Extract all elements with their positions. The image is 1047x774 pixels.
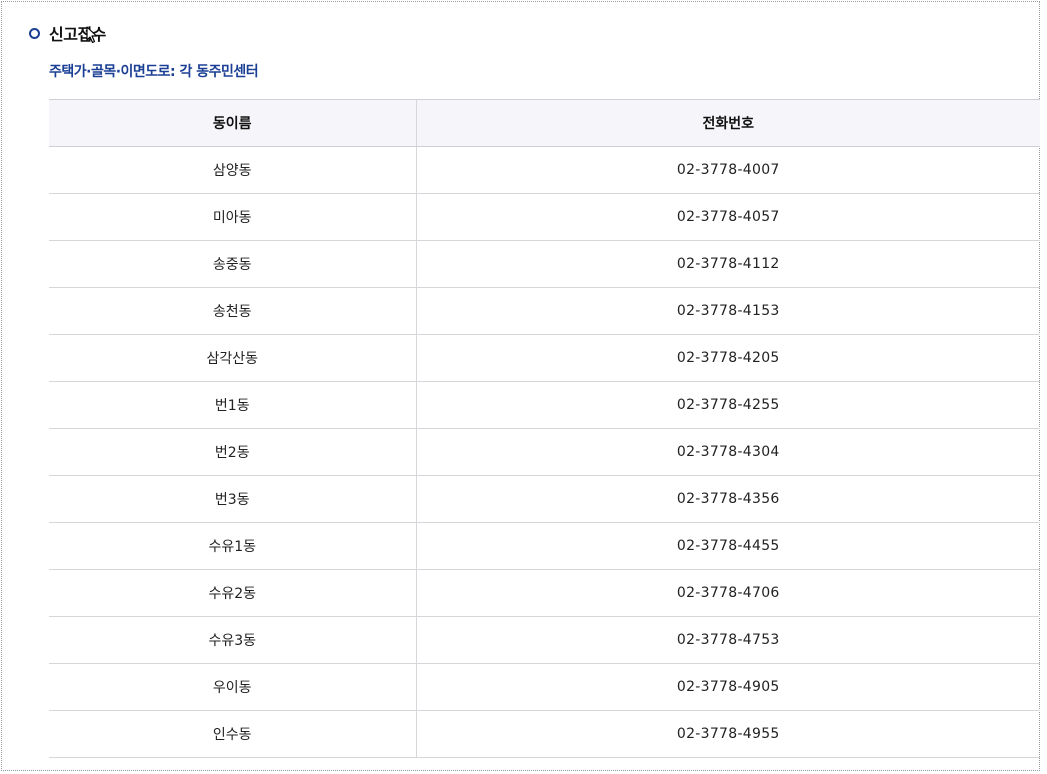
dong-name-cell: 삼양동 (49, 146, 417, 194)
table-body: 삼양동 02-3778-4007 미아동 02-3778-4057 송중동 02-3778… (49, 146, 1040, 758)
dong-name-cell: 수유2동 (49, 569, 417, 617)
table-row: 삼각산동 02-3778-4205 (49, 334, 1040, 382)
mouse-cursor-icon (86, 26, 98, 44)
phone-number-cell: 02-3778-4753 (416, 616, 1040, 664)
dong-name-cell: 송천동 (49, 287, 417, 335)
dong-name-cell: 미아동 (49, 193, 417, 241)
table-row: 우이동 02-3778-4905 (49, 663, 1040, 711)
phone-number-cell: 02-3778-4955 (416, 710, 1040, 758)
table-header: 동이름 전화번호 (49, 99, 1040, 147)
table-row: 미아동 02-3778-4057 (49, 193, 1040, 241)
dong-name-cell: 번1동 (49, 381, 417, 429)
dong-name-cell: 번2동 (49, 428, 417, 476)
table-row: 삼양동 02-3778-4007 (49, 146, 1040, 194)
dong-name-cell: 송중동 (49, 240, 417, 288)
section-subtitle: 주택가·골목·이면도로: 각 동주민센터 (49, 64, 259, 80)
phone-number-cell: 02-3778-4255 (416, 381, 1040, 429)
phone-number-cell: 02-3778-4356 (416, 475, 1040, 523)
phone-number-cell: 02-3778-4057 (416, 193, 1040, 241)
table-row: 송중동 02-3778-4112 (49, 240, 1040, 288)
dong-name-cell: 수유1동 (49, 522, 417, 570)
table-row: 수유3동 02-3778-4753 (49, 616, 1040, 664)
table-row: 인수동 02-3778-4955 (49, 710, 1040, 758)
dong-name-cell: 인수동 (49, 710, 417, 758)
column-header-name: 동이름 (49, 99, 417, 147)
dong-name-cell: 삼각산동 (49, 334, 417, 382)
contact-table-container: 동이름 전화번호 삼양동 02-3778-4007 미아동 02-3778-4057 송… (49, 99, 1040, 758)
phone-number-cell: 02-3778-4706 (416, 569, 1040, 617)
table-row: 수유2동 02-3778-4706 (49, 569, 1040, 617)
phone-number-cell: 02-3778-4153 (416, 287, 1040, 335)
contact-table: 동이름 전화번호 삼양동 02-3778-4007 미아동 02-3778-4057 송… (49, 99, 1040, 758)
phone-number-cell: 02-3778-4304 (416, 428, 1040, 476)
column-header-phone: 전화번호 (416, 99, 1040, 147)
table-row: 번2동 02-3778-4304 (49, 428, 1040, 476)
dong-name-cell: 우이동 (49, 663, 417, 711)
phone-number-cell: 02-3778-4455 (416, 522, 1040, 570)
table-row: 수유1동 02-3778-4455 (49, 522, 1040, 570)
phone-number-cell: 02-3778-4112 (416, 240, 1040, 288)
dong-name-cell: 번3동 (49, 475, 417, 523)
phone-number-cell: 02-3778-4007 (416, 146, 1040, 194)
table-row: 번3동 02-3778-4356 (49, 475, 1040, 523)
circle-bullet-icon (29, 27, 40, 39)
table-row: 번1동 02-3778-4255 (49, 381, 1040, 429)
phone-number-cell: 02-3778-4905 (416, 663, 1040, 711)
phone-number-cell: 02-3778-4205 (416, 334, 1040, 382)
dong-name-cell: 수유3동 (49, 616, 417, 664)
table-header-row: 동이름 전화번호 (49, 99, 1040, 147)
table-row: 송천동 02-3778-4153 (49, 287, 1040, 335)
